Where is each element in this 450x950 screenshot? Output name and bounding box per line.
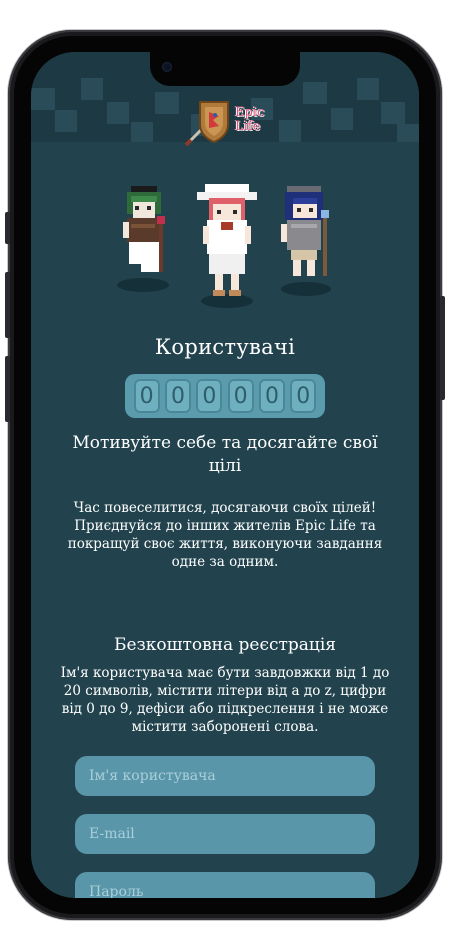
character-blue-hair <box>281 186 329 276</box>
logo-text-line-2: Life <box>235 119 261 134</box>
email-input[interactable] <box>75 814 375 854</box>
character-green-hair <box>123 186 165 272</box>
counter-digit: 0 <box>258 379 285 413</box>
users-counter: 0 0 0 0 0 0 <box>125 374 325 418</box>
users-title: Користувачі <box>154 335 296 359</box>
intro-paragraph: Час повеселитися, досягаючи своїх цілей!… <box>67 500 383 570</box>
character-white-hat <box>197 184 257 296</box>
silent-switch <box>5 212 10 244</box>
counter-digit: 0 <box>133 379 160 413</box>
registration-title: Безкоштовна реєстрація <box>113 635 337 655</box>
logo-text-line-1: Epic <box>235 105 265 120</box>
username-rules-text: Ім'я користувача має бути завдовжки від … <box>60 665 390 735</box>
app-screen: Epic Life Користувачі 0 0 0 0 0 0 Мотиву… <box>31 52 419 898</box>
password-input[interactable] <box>75 872 375 898</box>
power-button <box>440 296 445 400</box>
counter-digit: 0 <box>227 379 254 413</box>
volume-up-button <box>5 272 10 338</box>
epic-life-logo[interactable]: Epic Life <box>183 98 273 154</box>
front-camera-icon <box>162 62 172 72</box>
counter-digit: 0 <box>164 379 191 413</box>
counter-digit: 0 <box>196 379 223 413</box>
notch <box>150 52 300 86</box>
motivation-heading: Мотивуйте себе та досягайте свої цілі <box>72 433 378 476</box>
shield-icon <box>199 101 229 144</box>
username-input[interactable] <box>75 756 375 796</box>
counter-digit: 0 <box>290 379 317 413</box>
logo-wordmark: Epic Life <box>235 106 264 134</box>
volume-down-button <box>5 356 10 422</box>
